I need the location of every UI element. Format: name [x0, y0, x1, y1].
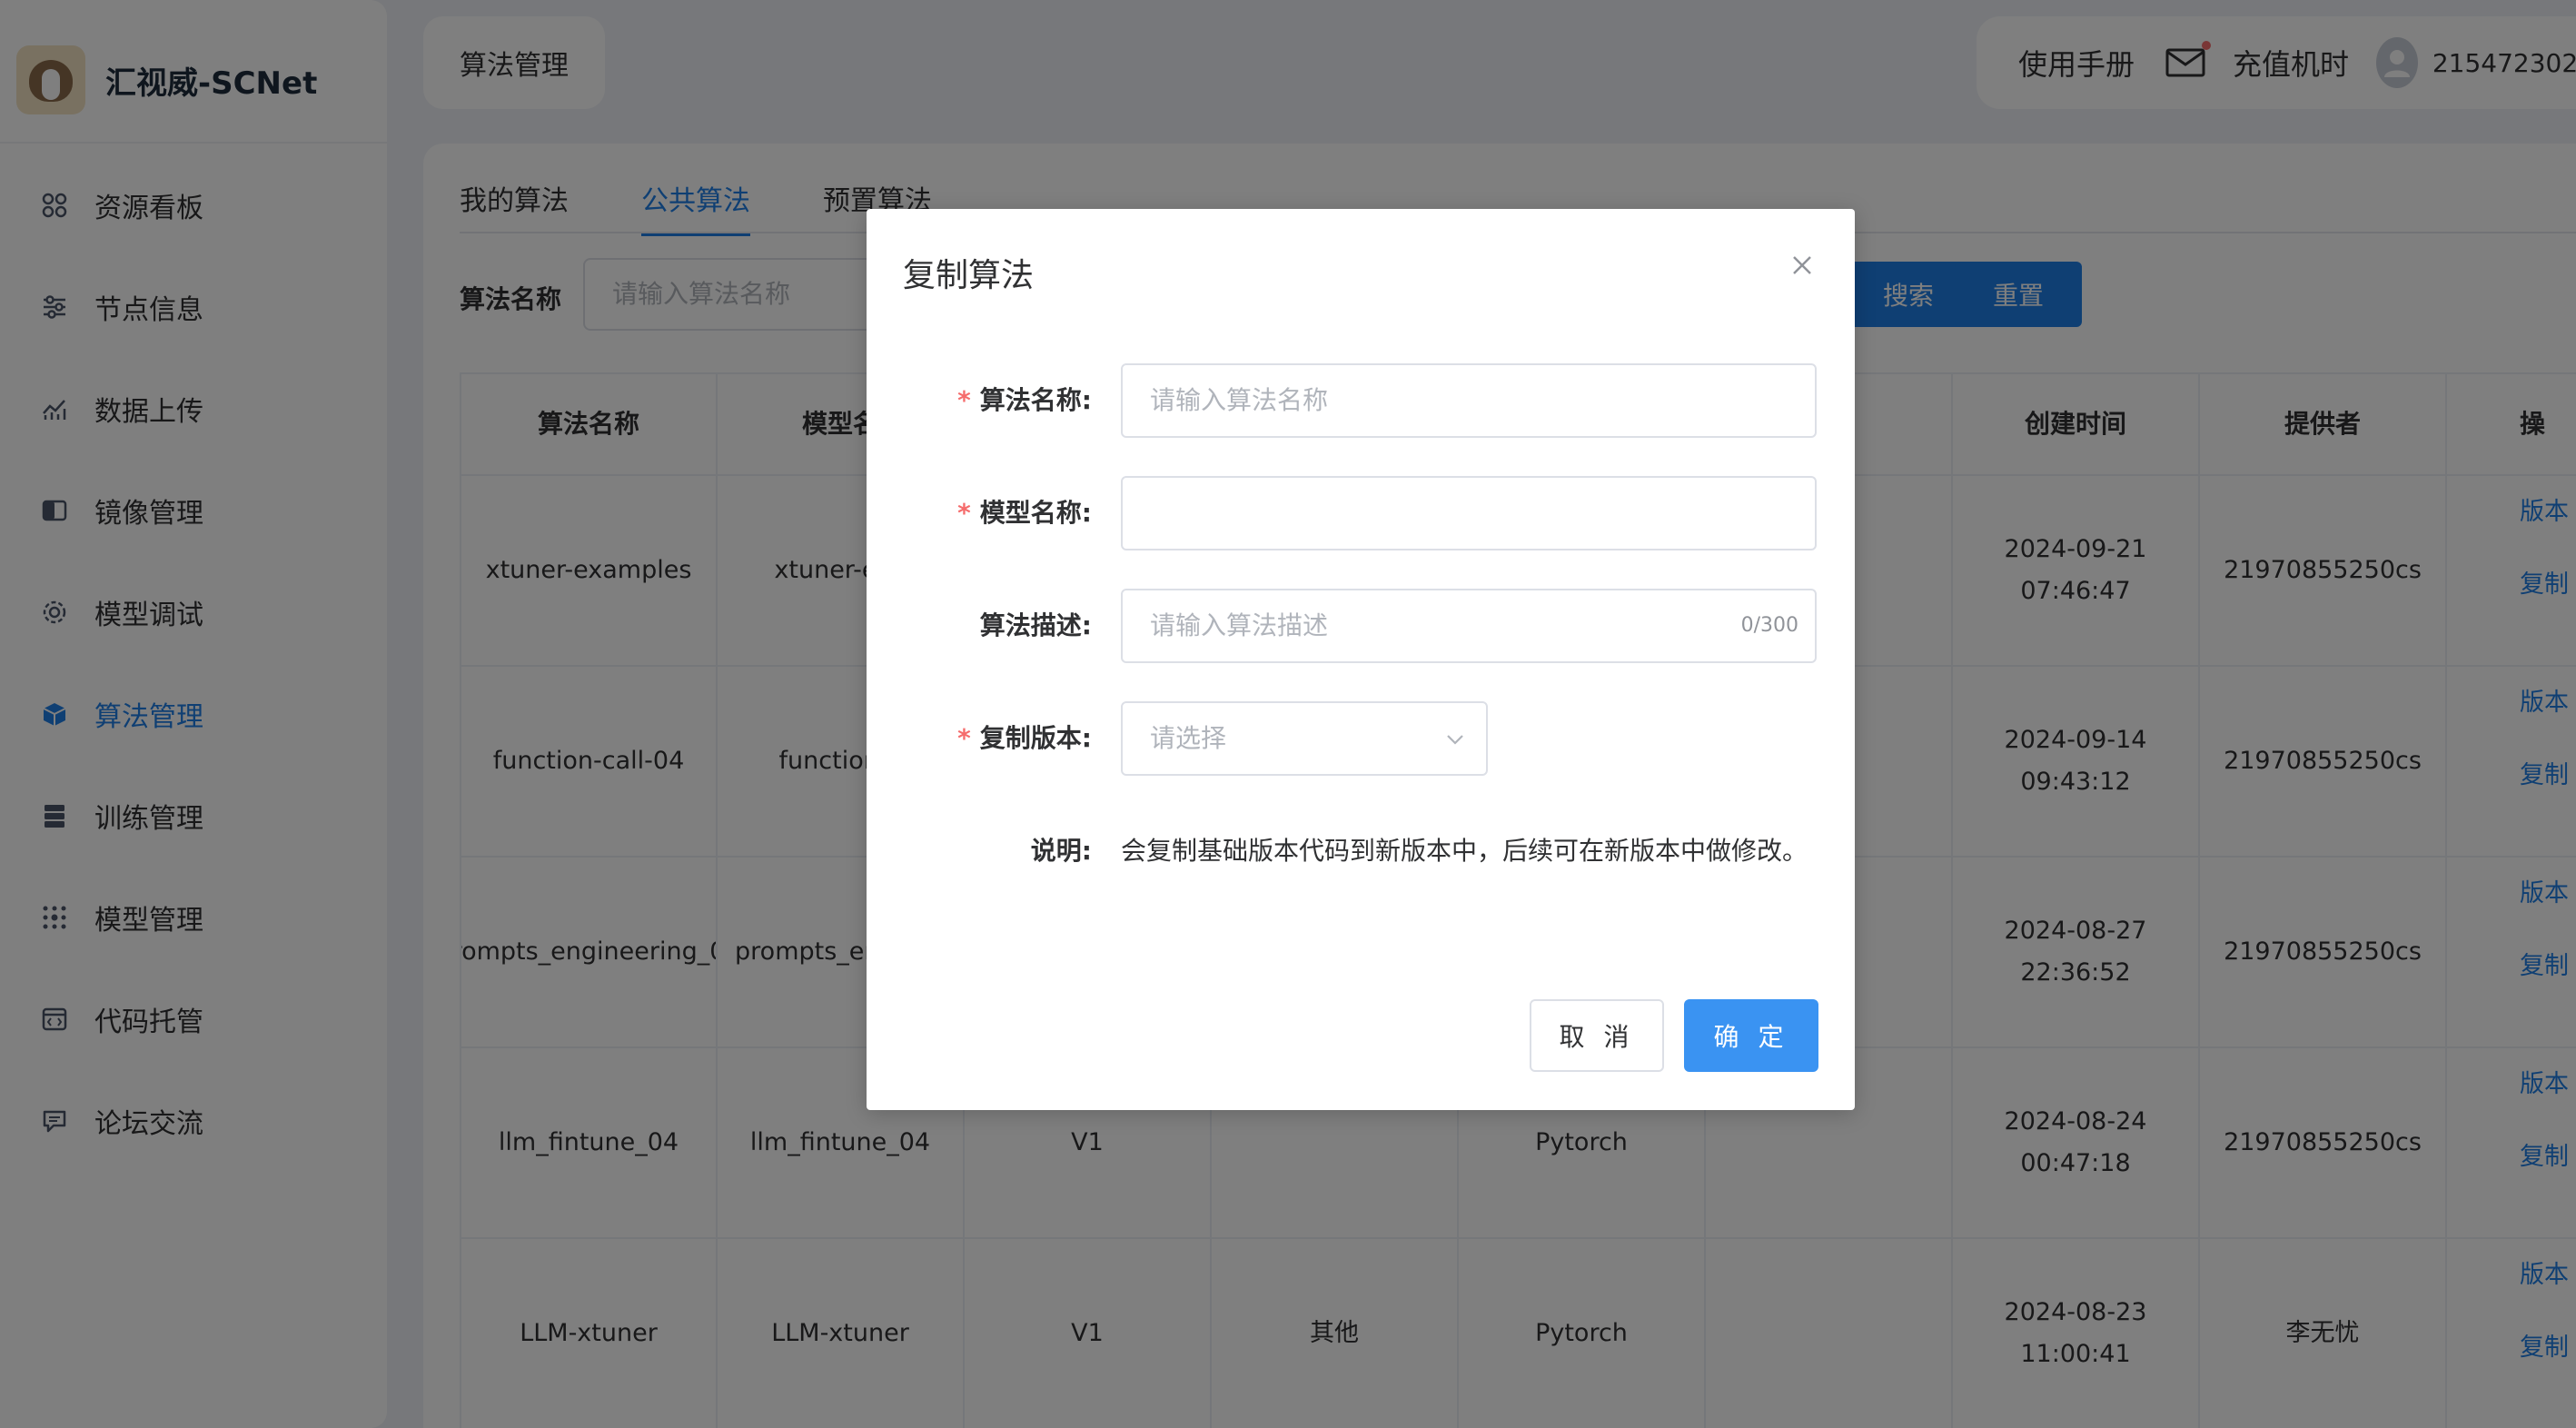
form-row-algo-name: * 算法名称: 请输入算法名称: [867, 363, 1855, 438]
version-label: * 复制版本:: [957, 701, 1092, 776]
description-input[interactable]: 请输入算法描述 0/300: [1121, 589, 1817, 663]
required-mark: *: [957, 723, 971, 753]
note-label: 说明:: [1030, 836, 1092, 866]
label-text: 复制版本:: [979, 723, 1092, 753]
description-label: 算法描述:: [979, 610, 1092, 640]
dialog-title: 复制算法: [903, 257, 1035, 294]
char-counter: 0/300: [1740, 614, 1798, 637]
cancel-button[interactable]: 取 消: [1530, 999, 1664, 1072]
algo-name-label: * 算法名称:: [957, 363, 1092, 438]
label-text: 模型名称:: [979, 498, 1092, 528]
model-name-label: * 模型名称:: [957, 476, 1092, 550]
algo-name-input[interactable]: 请输入算法名称: [1121, 363, 1817, 438]
label-text: 算法名称:: [979, 385, 1092, 415]
version-placeholder: 请选择: [1150, 723, 1227, 753]
form-row-note: 说明: 会复制基础版本代码到新版本中，后续可在新版本中做修改。: [867, 814, 1855, 888]
required-mark: *: [957, 385, 971, 415]
close-icon[interactable]: [1789, 253, 1815, 278]
confirm-button[interactable]: 确 定: [1684, 999, 1818, 1072]
form-row-model-name: * 模型名称:: [867, 476, 1855, 550]
description-placeholder: 请输入算法描述: [1150, 610, 1329, 640]
form-row-version: * 复制版本: 请选择: [867, 701, 1855, 776]
copy-algorithm-dialog: 复制算法 * 算法名称: 请输入算法名称 * 模型名称: 算法描述: 请输入算法描述…: [867, 209, 1855, 1110]
form-row-description: 算法描述: 请输入算法描述 0/300: [867, 589, 1855, 663]
model-name-input[interactable]: [1121, 476, 1817, 550]
chevron-down-icon: [1447, 735, 1463, 745]
note-text: 会复制基础版本代码到新版本中，后续可在新版本中做修改。: [1121, 836, 1808, 866]
version-select[interactable]: 请选择: [1121, 701, 1488, 776]
required-mark: *: [957, 498, 971, 528]
